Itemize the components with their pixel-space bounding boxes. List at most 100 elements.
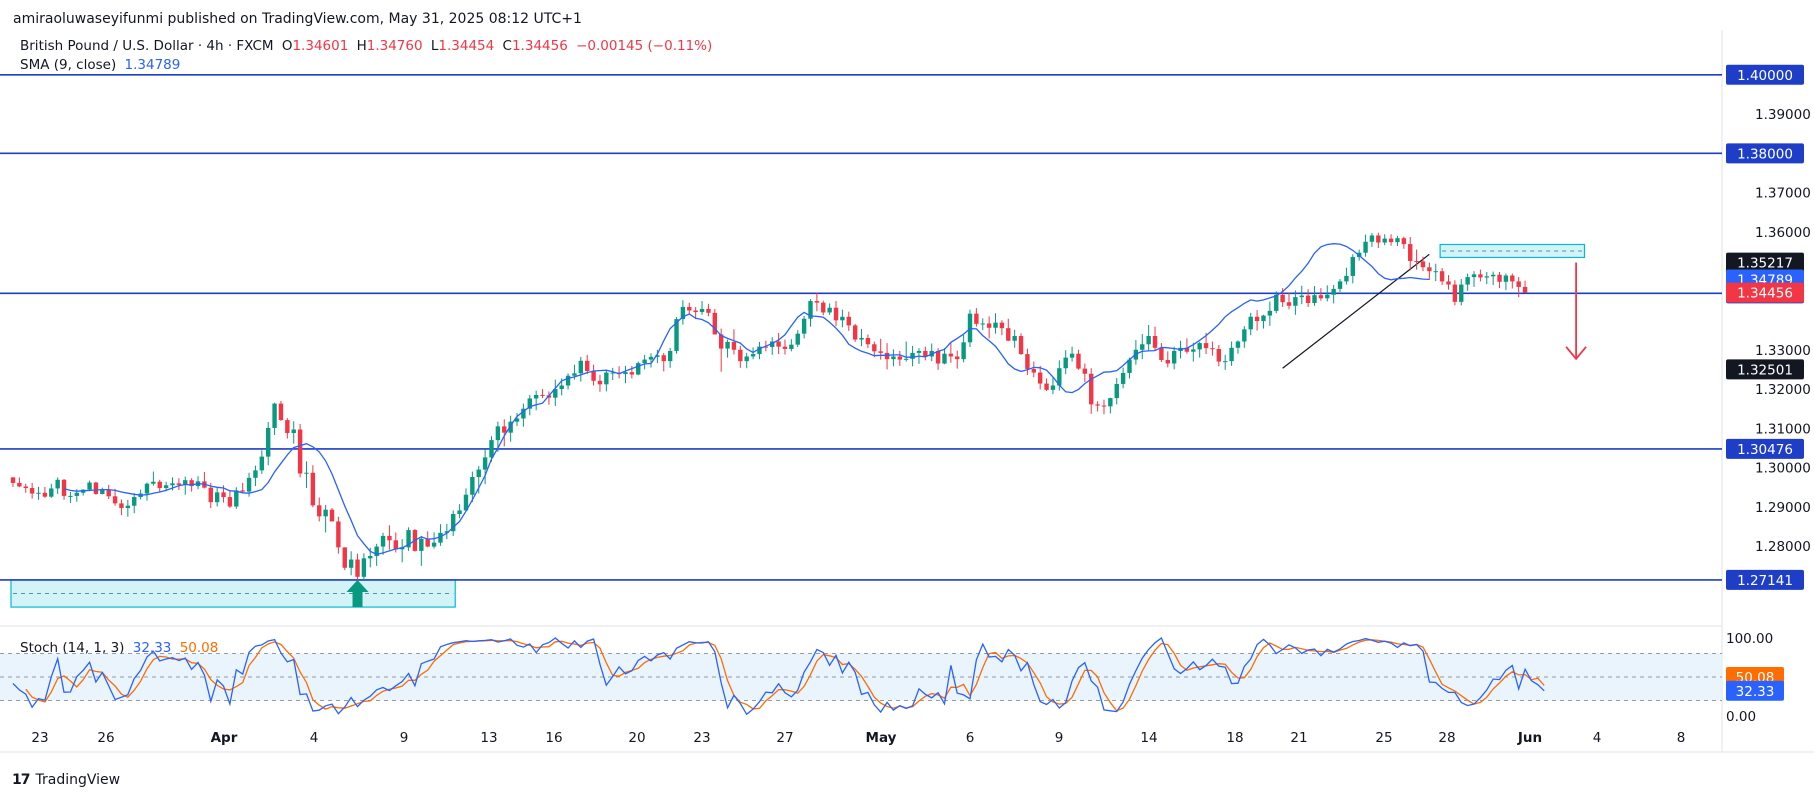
candle <box>380 535 386 547</box>
candle <box>623 372 628 375</box>
candle <box>942 353 947 364</box>
candle <box>750 354 756 357</box>
candle <box>1069 353 1075 358</box>
candle <box>1159 347 1164 360</box>
candle <box>348 559 354 568</box>
candle <box>1082 368 1088 374</box>
candle <box>795 333 800 345</box>
candle <box>489 440 494 458</box>
candle <box>253 470 258 478</box>
candle <box>725 341 730 349</box>
candle <box>891 356 896 360</box>
candle <box>502 426 507 433</box>
candle <box>565 375 571 386</box>
candle <box>974 313 979 324</box>
candle <box>1216 348 1222 362</box>
candle <box>782 346 788 349</box>
price-badge-label: 1.30476 <box>1737 442 1793 458</box>
candle <box>1305 295 1311 304</box>
candle <box>1223 361 1228 363</box>
candle <box>1439 271 1445 282</box>
candle <box>278 403 284 421</box>
candle <box>106 489 111 497</box>
candle <box>699 308 705 313</box>
candle <box>361 558 367 577</box>
candle <box>157 481 162 489</box>
candle <box>1274 294 1279 311</box>
candle <box>833 307 839 321</box>
candle <box>814 301 820 303</box>
candle <box>846 316 851 326</box>
candle <box>1382 238 1387 243</box>
candle <box>119 503 124 509</box>
candle <box>482 457 488 470</box>
time-axis-tick: 4 <box>1593 730 1602 746</box>
time-axis-tick: 20 <box>628 730 645 746</box>
time-axis-tick: 26 <box>97 730 114 746</box>
candle <box>693 310 698 313</box>
time-axis-tick: 18 <box>1226 730 1243 746</box>
candle <box>1267 310 1273 316</box>
candle <box>476 469 481 478</box>
candle <box>68 495 73 497</box>
candle <box>1050 385 1056 390</box>
price-axis-tick: 1.33000 <box>1755 343 1811 359</box>
candle <box>1312 295 1317 304</box>
candle <box>144 483 150 494</box>
candle <box>1344 275 1349 282</box>
candle <box>419 538 424 551</box>
candle <box>23 486 28 489</box>
candle <box>163 485 169 489</box>
candle <box>291 429 296 434</box>
candle <box>368 556 373 559</box>
candle <box>1401 238 1407 245</box>
price-chart[interactable]: 1.39000 1.37000 1.36000 1.33000 1.32000 1.310… <box>0 0 1814 803</box>
candle <box>1325 294 1330 299</box>
candle <box>1331 288 1336 295</box>
candle <box>272 403 277 428</box>
candle <box>1171 350 1177 364</box>
price-axis-tick: 1.31000 <box>1755 421 1811 437</box>
candle <box>1031 369 1036 373</box>
candle <box>1503 275 1509 282</box>
candle <box>36 492 41 494</box>
candle <box>1286 302 1292 306</box>
candle <box>431 542 437 547</box>
candle <box>1350 257 1355 276</box>
candle <box>852 325 858 340</box>
candle <box>151 481 156 484</box>
candle <box>993 322 998 328</box>
time-axis-tick: 8 <box>1677 730 1686 746</box>
price-badge-label: 1.40000 <box>1737 68 1793 84</box>
candle <box>604 372 609 385</box>
candle <box>329 509 335 522</box>
candle <box>1299 295 1304 298</box>
candle <box>1261 315 1266 322</box>
candle <box>1018 336 1024 355</box>
candle <box>336 521 341 548</box>
time-axis-tick: 9 <box>1055 730 1064 746</box>
candle <box>393 540 398 550</box>
candle <box>246 477 252 492</box>
candle <box>221 492 226 498</box>
candle <box>1229 347 1234 362</box>
candle <box>1465 277 1470 285</box>
time-axis-tick: 25 <box>1375 730 1392 746</box>
candle <box>1420 261 1426 268</box>
candle <box>578 360 584 374</box>
candle <box>948 353 954 357</box>
candle <box>859 337 864 340</box>
candle <box>29 488 35 494</box>
stoch-badge-label: 32.33 <box>1736 684 1775 700</box>
candle <box>827 307 832 313</box>
candle <box>1452 284 1458 302</box>
candle <box>636 363 641 375</box>
candle <box>916 350 922 353</box>
candle <box>457 510 462 514</box>
candle <box>1337 281 1343 289</box>
tradingview-logo[interactable]: 17 TradingView <box>12 772 120 788</box>
price-axis-tick: 1.37000 <box>1755 186 1811 202</box>
candle <box>1165 359 1170 364</box>
candle <box>42 492 48 497</box>
candle <box>227 497 233 507</box>
